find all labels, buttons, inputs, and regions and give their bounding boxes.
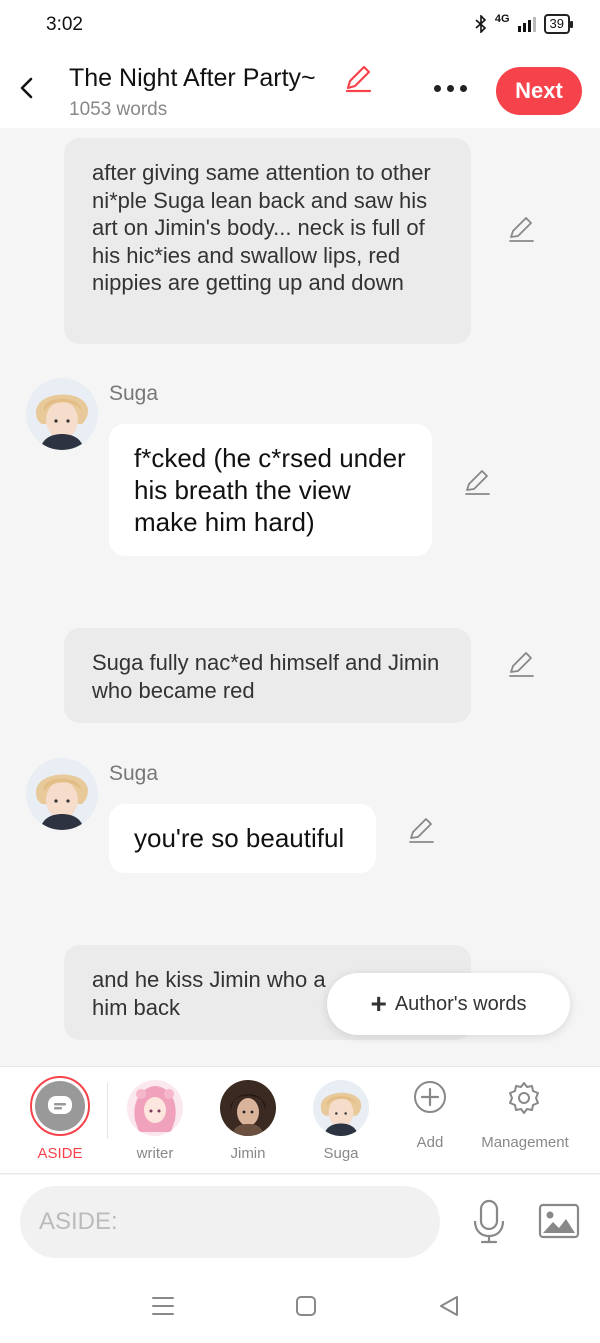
avatar-suga[interactable] xyxy=(26,378,98,450)
gear-icon xyxy=(509,1082,539,1114)
character-writer[interactable]: writer xyxy=(108,1067,202,1175)
pencil-edit-icon[interactable] xyxy=(462,468,492,498)
character-label: Jimin xyxy=(230,1145,266,1162)
character-message[interactable]: you're so beautiful xyxy=(109,804,376,873)
author-words-label: Author's words xyxy=(394,992,527,1015)
avatar-writer xyxy=(127,1080,183,1136)
character-message[interactable]: f*cked (he c*rsed under his breath the v… xyxy=(109,424,432,556)
status-bar: 3:02 4G 39 xyxy=(0,0,600,52)
plus-icon: + xyxy=(370,988,387,1019)
word-count: 1053 words xyxy=(69,99,168,120)
avatar-suga xyxy=(313,1080,369,1136)
aside-message[interactable]: after giving same attention to other ni*… xyxy=(64,138,471,344)
bluetooth-icon xyxy=(475,15,487,33)
character-suga[interactable]: Suga xyxy=(294,1067,388,1175)
pencil-edit-icon[interactable] xyxy=(343,64,373,94)
author-words-button[interactable]: + Author's words xyxy=(327,973,570,1035)
home-icon[interactable] xyxy=(293,1293,319,1319)
microphone-icon[interactable] xyxy=(470,1199,508,1245)
management-button[interactable]: Management xyxy=(475,1067,575,1175)
more-icon[interactable] xyxy=(434,78,474,98)
chat-bubble-icon xyxy=(35,1081,85,1131)
character-label: writer xyxy=(136,1145,174,1162)
system-nav-bar xyxy=(0,1271,600,1343)
character-jimin[interactable]: Jimin xyxy=(201,1067,295,1175)
status-icons: 4G 39 xyxy=(475,13,574,34)
story-title[interactable]: The Night After Party~ xyxy=(69,64,316,93)
character-label: ASIDE xyxy=(37,1145,83,1162)
status-time: 3:02 xyxy=(46,14,83,35)
message-input[interactable] xyxy=(20,1186,440,1258)
character-label: Add xyxy=(416,1134,444,1151)
input-row xyxy=(0,1175,600,1271)
pencil-edit-icon[interactable] xyxy=(406,816,436,846)
avatar-jimin xyxy=(220,1080,276,1136)
character-label: Management xyxy=(481,1134,569,1151)
back-triangle-icon[interactable] xyxy=(436,1293,462,1319)
menu-icon[interactable] xyxy=(150,1293,176,1319)
plus-circle-icon xyxy=(414,1081,446,1113)
signal-icon xyxy=(517,17,536,32)
back-arrow-icon[interactable] xyxy=(12,70,42,106)
image-icon[interactable] xyxy=(538,1203,580,1239)
speaker-name: Suga xyxy=(109,762,159,785)
next-button[interactable]: Next xyxy=(496,67,582,115)
pencil-edit-icon[interactable] xyxy=(506,215,536,245)
character-bar: ASIDE writer Jimin Suga Add Management xyxy=(0,1066,600,1174)
character-label: Suga xyxy=(323,1145,359,1162)
pencil-edit-icon[interactable] xyxy=(506,650,536,680)
network-label: 4G xyxy=(494,13,510,25)
aside-selected-ring xyxy=(30,1076,90,1136)
editor-header: The Night After Party~ 1053 words Next xyxy=(0,52,600,128)
battery-icon: 39 xyxy=(543,14,574,34)
add-character-button[interactable]: Add xyxy=(385,1067,475,1175)
speaker-name: Suga xyxy=(109,382,159,405)
chat-area[interactable]: after giving same attention to other ni*… xyxy=(0,128,600,1066)
avatar-suga[interactable] xyxy=(26,758,98,830)
character-aside[interactable]: ASIDE xyxy=(0,1067,108,1175)
aside-message[interactable]: Suga fully nac*ed himself and Jimin who … xyxy=(64,628,471,723)
